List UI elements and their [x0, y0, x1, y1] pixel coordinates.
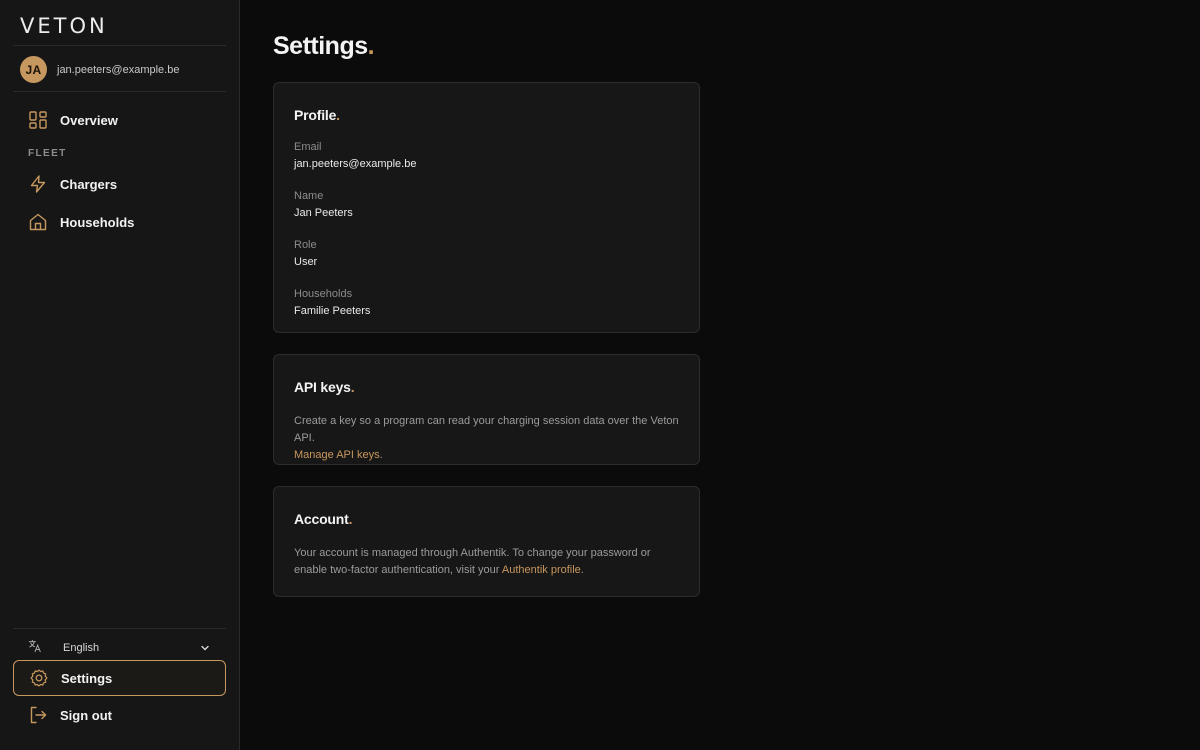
translate-icon — [28, 639, 42, 658]
sidebar-item-label: Sign out — [60, 707, 112, 723]
profile-field-households: Households Familie Peeters — [294, 286, 679, 319]
lightning-icon — [28, 174, 48, 194]
nav-section-fleet: FLEET — [28, 148, 67, 159]
chevron-down-icon — [201, 645, 209, 651]
field-label: Role — [294, 239, 317, 251]
sidebar-divider — [13, 45, 226, 46]
sidebar-item-households[interactable]: Households — [13, 204, 226, 240]
link-suffix: . — [379, 449, 383, 461]
account-description: Your account is managed through Authenti… — [294, 545, 679, 579]
field-label: Households — [294, 288, 353, 300]
title-dot: . — [336, 107, 340, 123]
manage-api-keys-link[interactable]: Manage API keys — [294, 449, 380, 461]
sidebar-item-label: Households — [60, 214, 135, 230]
api-keys-description: Create a key so a program can read your … — [294, 413, 679, 464]
title-dot: . — [350, 379, 355, 395]
sign-out-button[interactable]: Sign out — [13, 697, 226, 733]
profile-field-name: Name Jan Peeters — [294, 188, 679, 221]
field-value: Jan Peeters — [294, 207, 353, 219]
profile-field-email: Email jan.peeters@example.be — [294, 139, 679, 172]
title-dot: . — [348, 511, 353, 527]
user-profile: JA jan.peeters@example.be — [20, 56, 179, 83]
authentik-profile-link[interactable]: Authentik profile — [502, 564, 581, 576]
account-description-text: Your account is managed through Authenti… — [294, 547, 651, 576]
api-keys-card: API keys. Create a key so a program can … — [273, 354, 700, 465]
veton-logo[interactable]: VETON — [20, 14, 108, 38]
page-title: Settings. — [273, 32, 375, 61]
api-keys-card-title: API keys. — [294, 379, 679, 395]
account-title-text: Account — [294, 511, 349, 527]
sidebar-item-label: Chargers — [60, 176, 118, 192]
profile-field-role: Role User — [294, 237, 679, 270]
sidebar-item-label: Overview — [60, 112, 118, 128]
grid-icon — [28, 110, 48, 130]
field-value: Familie Peeters — [294, 305, 371, 317]
account-card: Account. Your account is managed through… — [273, 486, 700, 597]
field-value: User — [294, 256, 318, 268]
account-card-title: Account. — [294, 511, 679, 527]
sidebar-divider — [13, 91, 226, 92]
language-select[interactable]: English — [13, 637, 226, 659]
sidebar-item-label: Settings — [61, 670, 113, 686]
main-content: Settings. Profile. Email jan.peeters@exa… — [241, 0, 1200, 750]
page-title-dot: . — [367, 32, 375, 60]
sidebar: VETON JA jan.peeters@example.be Overview… — [0, 0, 240, 750]
profile-card-title: Profile. — [294, 107, 679, 123]
field-label: Name — [294, 190, 324, 202]
sidebar-item-overview[interactable]: Overview — [13, 102, 226, 138]
profile-title-text: Profile — [294, 107, 337, 123]
api-keys-description-text: Create a key so a program can read your … — [294, 415, 679, 444]
avatar: JA — [20, 56, 47, 83]
home-icon — [28, 212, 48, 232]
profile-card: Profile. Email jan.peeters@example.be Na… — [273, 82, 700, 333]
link-suffix: . — [580, 564, 584, 576]
page-title-text: Settings — [273, 32, 368, 60]
field-label: Email — [294, 141, 322, 153]
user-email: jan.peeters@example.be — [57, 63, 180, 76]
sidebar-divider — [13, 628, 226, 629]
gear-icon — [29, 668, 49, 688]
sidebar-item-chargers[interactable]: Chargers — [13, 166, 226, 202]
language-label: English — [63, 642, 100, 654]
logout-icon — [28, 705, 48, 725]
field-value: jan.peeters@example.be — [294, 158, 417, 170]
api-keys-title-text: API keys — [294, 379, 351, 395]
sidebar-item-settings[interactable]: Settings — [13, 660, 226, 696]
